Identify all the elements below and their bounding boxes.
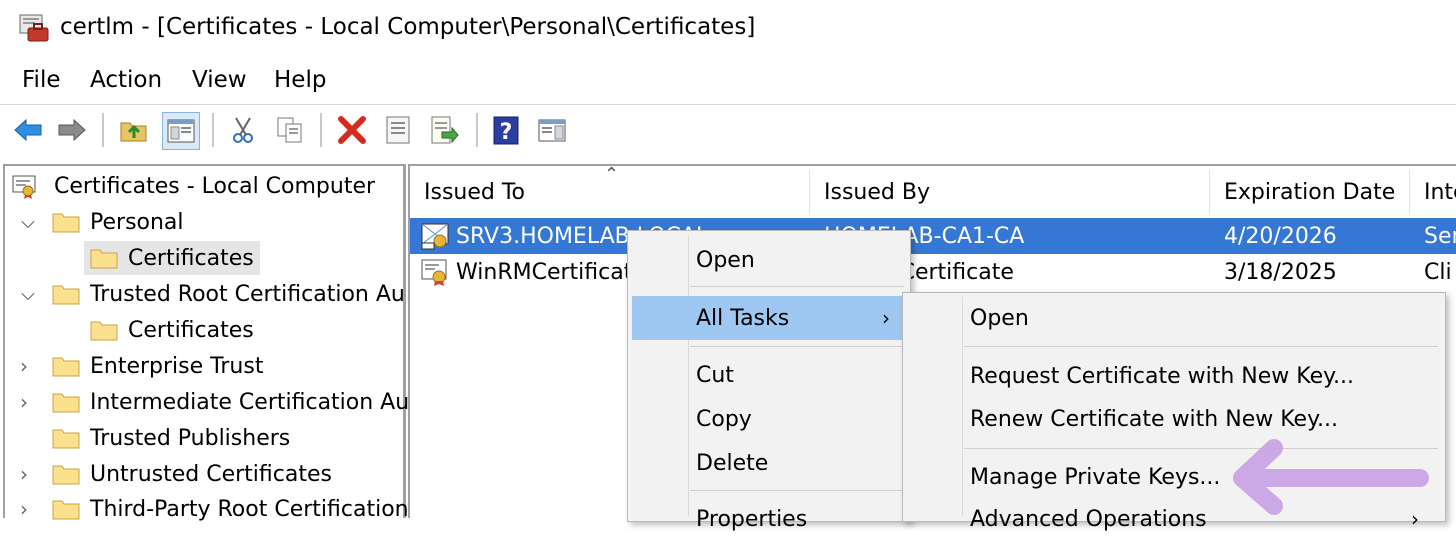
back-arrow-icon[interactable] bbox=[10, 112, 46, 148]
window-title: certlm - [Certificates - Local Computer\… bbox=[60, 14, 756, 40]
cell-intended: Cli bbox=[1424, 259, 1452, 285]
certificate-store-icon bbox=[12, 173, 42, 199]
certificate-app-icon bbox=[18, 12, 50, 44]
tree-item-intermediate[interactable]: › Intermediate Certification Au bbox=[20, 385, 409, 419]
menu-file[interactable]: File bbox=[22, 67, 61, 93]
folder-icon bbox=[90, 319, 118, 341]
context-separator bbox=[690, 490, 904, 491]
context-item-properties[interactable]: Properties bbox=[630, 497, 906, 541]
certificate-icon bbox=[420, 218, 452, 254]
menu-help[interactable]: Help bbox=[274, 67, 326, 93]
tree-item-label: Personal bbox=[90, 209, 184, 235]
cut-icon[interactable] bbox=[226, 112, 262, 148]
chevron-down-icon[interactable]: ⌵ bbox=[18, 284, 38, 305]
tree-item-trusted-root-certificates[interactable]: Certificates bbox=[90, 313, 254, 347]
annotation-arrow-icon bbox=[1233, 439, 1429, 515]
tree-item-label: Certificates bbox=[128, 245, 254, 271]
forward-arrow-icon[interactable] bbox=[54, 112, 90, 148]
cell-expiration: 3/18/2025 bbox=[1224, 259, 1337, 285]
tree-item-label: Untrusted Certificates bbox=[90, 461, 332, 487]
show-action-pane-icon[interactable] bbox=[534, 112, 570, 148]
chevron-right-icon: › bbox=[882, 306, 890, 330]
menu-view[interactable]: View bbox=[192, 67, 247, 93]
tree-item-personal-label-row[interactable]: Personal bbox=[52, 205, 184, 239]
folder-icon bbox=[52, 211, 80, 233]
tree-item-personal-certificates[interactable]: Certificates bbox=[84, 241, 260, 275]
help-icon[interactable]: ? bbox=[488, 112, 524, 148]
svg-text:?: ? bbox=[500, 120, 513, 145]
column-issued-by[interactable]: Issued By bbox=[810, 170, 1210, 214]
chevron-right-icon[interactable]: › bbox=[20, 354, 42, 378]
up-folder-icon[interactable] bbox=[116, 112, 152, 148]
tree-root-label: Certificates - Local Computer bbox=[54, 173, 376, 199]
column-issued-to[interactable]: Issued To bbox=[410, 170, 810, 214]
context-item-copy[interactable]: Copy bbox=[630, 397, 906, 441]
toolbar-separator bbox=[102, 113, 104, 147]
cell-expiration: 4/20/2026 bbox=[1224, 223, 1337, 249]
context-item-open[interactable]: Open bbox=[630, 238, 906, 282]
table-row[interactable]: SRV3.HOMELAB.LOCAL HOMELAB-CA1-CA 4/20/2… bbox=[410, 218, 1456, 254]
context-item-cut[interactable]: Cut bbox=[630, 353, 906, 397]
export-list-icon[interactable] bbox=[426, 112, 462, 148]
tree-item-trusted-root-toggle[interactable]: ⌵ bbox=[18, 277, 38, 311]
context-separator bbox=[690, 286, 904, 287]
tree-item-label: Certificates bbox=[128, 317, 254, 343]
folder-icon bbox=[52, 283, 80, 305]
column-expiration-date[interactable]: Expiration Date bbox=[1210, 170, 1410, 214]
tree-item-untrusted[interactable]: › Untrusted Certificates bbox=[20, 457, 332, 491]
table-row[interactable]: WinRMCertificate WinRMCertificate 3/18/2… bbox=[410, 254, 1456, 290]
context-item-delete[interactable]: Delete bbox=[630, 441, 906, 485]
tree-root[interactable]: Certificates - Local Computer bbox=[12, 169, 375, 203]
tree-item-label: Trusted Publishers bbox=[90, 425, 291, 451]
context-separator bbox=[690, 346, 904, 347]
chevron-down-icon[interactable]: ⌵ bbox=[18, 212, 38, 233]
folder-icon bbox=[52, 463, 80, 485]
submenu-item-label: Advanced Operations bbox=[970, 506, 1207, 532]
certificate-icon bbox=[420, 254, 452, 290]
show-hide-tree-icon[interactable] bbox=[162, 112, 200, 150]
tree-item-enterprise-trust[interactable]: › Enterprise Trust bbox=[20, 349, 263, 383]
tree-item-label: Trusted Root Certification Au bbox=[90, 281, 405, 307]
context-item-label: All Tasks bbox=[696, 305, 790, 331]
tree-item-third-party-root[interactable]: › Third-Party Root Certification bbox=[20, 492, 409, 526]
tree-item-label: Intermediate Certification Au bbox=[90, 389, 410, 415]
tree-item-trusted-publishers[interactable]: Trusted Publishers bbox=[52, 421, 290, 455]
submenu-item-request-cert[interactable]: Request Certificate with New Key... bbox=[905, 354, 1441, 398]
toolbar-separator bbox=[212, 113, 214, 147]
folder-icon bbox=[90, 247, 118, 269]
folder-icon bbox=[52, 355, 80, 377]
delete-icon[interactable] bbox=[334, 112, 370, 148]
chevron-right-icon[interactable]: › bbox=[20, 462, 42, 486]
menu-action[interactable]: Action bbox=[90, 67, 162, 93]
tree-item-label: Third-Party Root Certification bbox=[90, 496, 409, 522]
folder-icon bbox=[52, 427, 80, 449]
submenu-separator bbox=[964, 346, 1438, 347]
cell-intended: Ser bbox=[1424, 223, 1456, 249]
folder-icon bbox=[52, 498, 80, 520]
context-item-all-tasks[interactable]: All Tasks › bbox=[632, 296, 904, 340]
tree-item-personal[interactable]: ⌵ bbox=[18, 205, 54, 239]
copy-icon[interactable] bbox=[272, 112, 308, 148]
toolbar-separator bbox=[476, 113, 478, 147]
submenu-item-open[interactable]: Open bbox=[905, 296, 1441, 340]
tree-item-label: Enterprise Trust bbox=[90, 353, 264, 379]
submenu-item-renew-cert[interactable]: Renew Certificate with New Key... bbox=[905, 397, 1441, 441]
tree-item-trusted-root[interactable]: Trusted Root Certification Au bbox=[52, 277, 405, 311]
toolbar bbox=[0, 104, 1456, 157]
folder-icon bbox=[52, 391, 80, 413]
properties-icon[interactable] bbox=[380, 112, 416, 148]
column-intended-purposes[interactable]: Inte bbox=[1410, 170, 1456, 214]
chevron-right-icon[interactable]: › bbox=[20, 390, 42, 414]
toolbar-separator bbox=[320, 113, 322, 147]
chevron-right-icon[interactable]: › bbox=[20, 497, 42, 521]
